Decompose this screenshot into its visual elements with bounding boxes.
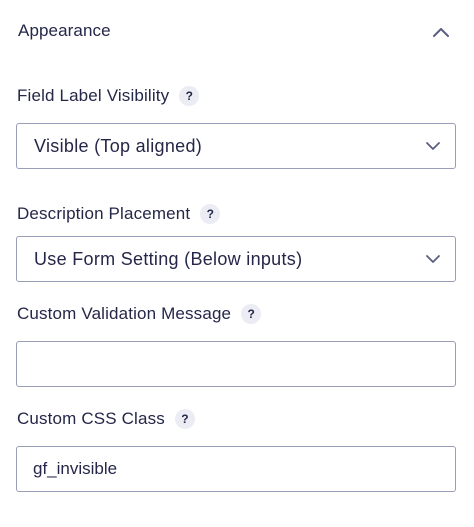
description-placement-select[interactable]: Use Form Setting (Below inputs) <box>16 236 456 282</box>
appearance-panel-header[interactable]: Appearance <box>0 0 474 62</box>
validation-message-label-row: Custom Validation Message ? <box>17 302 262 326</box>
help-icon[interactable]: ? <box>174 409 195 429</box>
label-visibility-label: Field Label Visibility <box>17 86 170 105</box>
chevron-down-icon <box>426 255 440 263</box>
validation-message-input[interactable] <box>16 341 456 387</box>
description-placement-label: Description Placement <box>17 204 191 223</box>
help-icon[interactable]: ? <box>241 304 262 324</box>
label-visibility-selected-value: Visible (Top aligned) <box>34 136 203 156</box>
chevron-down-icon <box>426 142 440 150</box>
description-placement-selected-value: Use Form Setting (Below inputs) <box>34 249 303 269</box>
css-class-input[interactable] <box>16 446 456 492</box>
validation-message-label: Custom Validation Message <box>17 304 232 323</box>
css-class-label-row: Custom CSS Class ? <box>17 407 195 431</box>
label-visibility-select[interactable]: Visible (Top aligned) <box>16 123 456 169</box>
panel-title: Appearance <box>18 21 111 40</box>
chevron-up-icon[interactable] <box>428 20 454 44</box>
help-icon[interactable]: ? <box>200 204 221 224</box>
label-visibility-label-row: Field Label Visibility ? <box>17 84 200 108</box>
help-icon[interactable]: ? <box>179 86 200 106</box>
description-placement-label-row: Description Placement ? <box>17 202 221 226</box>
css-class-label: Custom CSS Class <box>17 409 165 428</box>
